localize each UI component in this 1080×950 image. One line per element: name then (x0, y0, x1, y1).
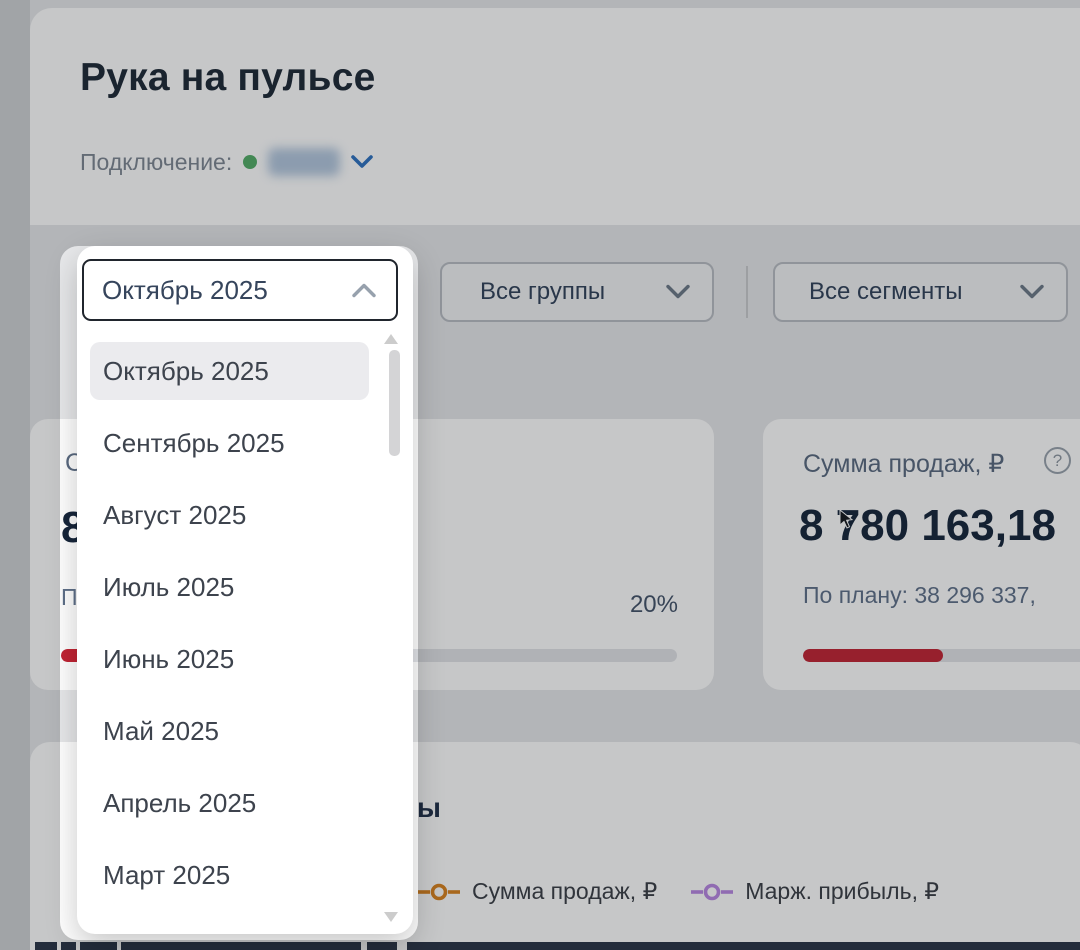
scrollbar-thumb[interactable] (389, 350, 400, 456)
month-option[interactable]: Сентябрь 2025 (90, 414, 369, 472)
kpi-right-progress-fill (803, 649, 943, 662)
month-option[interactable]: Март 2025 (90, 846, 369, 904)
month-select[interactable]: Октябрь 2025 (82, 259, 398, 321)
scroll-down-arrow-icon[interactable] (384, 912, 398, 922)
chart-bar-fragment (367, 942, 397, 950)
month-dropdown-popover: Октябрь 2025 Октябрь 2025 Сентябрь 2025 Ав… (77, 246, 413, 934)
chart-bar-fragment (121, 942, 361, 950)
groups-select[interactable]: Все группы (440, 262, 714, 322)
legend-item[interactable]: Сумма продаж, ₽ (418, 878, 657, 905)
scroll-up-arrow-icon[interactable] (384, 334, 398, 344)
page-title: Рука на пульсе (80, 56, 376, 100)
chevron-down-icon (1020, 285, 1044, 300)
kpi-right-progress-track (803, 649, 1080, 662)
legend-item[interactable]: Марж. прибыль, ₽ (691, 878, 939, 905)
month-option[interactable]: Октябрь 2025 (90, 342, 369, 400)
kpi-right-value: 8 780 163,18 (799, 501, 1056, 551)
chevron-down-icon (666, 285, 690, 300)
chart-section-title: ы (417, 792, 441, 824)
page-left-margin (0, 0, 30, 950)
connection-label: Подключение: (80, 149, 232, 176)
month-option[interactable]: Апрель 2025 (90, 774, 369, 832)
kpi-right-plan: По плану: 38 296 337, (803, 582, 1036, 609)
legend-label: Марж. прибыль, ₽ (745, 878, 939, 905)
kpi-left-plan: П (61, 584, 78, 611)
chevron-up-icon (352, 283, 376, 298)
chart-bar-fragment (35, 942, 57, 950)
dashboard-page: Рука на пульсе Подключение: Все группы В… (0, 0, 1080, 950)
legend-label: Сумма продаж, ₽ (472, 878, 657, 905)
chart-legend: Сумма продаж, ₽ Марж. прибыль, ₽ (418, 878, 939, 905)
month-dropdown-list: Октябрь 2025 Сентябрь 2025 Август 2025 Июль… (90, 342, 369, 918)
help-icon[interactable]: ? (1044, 447, 1071, 474)
chart-bar-fragment (407, 942, 1080, 950)
chart-bar-fragment (80, 942, 117, 950)
series-marker-icon (418, 883, 460, 901)
series-marker-icon (691, 883, 733, 901)
month-select-value: Октябрь 2025 (102, 275, 268, 306)
month-option[interactable]: Август 2025 (90, 486, 369, 544)
month-option[interactable]: Май 2025 (90, 702, 369, 760)
filter-divider (746, 266, 748, 318)
kpi-right-title: Сумма продаж, ₽ (803, 449, 1004, 479)
header-card: Рука на пульсе Подключение: (30, 8, 1080, 225)
segments-select-value: Все сегменты (809, 278, 962, 306)
groups-select-value: Все группы (480, 278, 605, 306)
kpi-left-percent: 20% (630, 591, 678, 619)
month-option[interactable]: Июнь 2025 (90, 630, 369, 688)
mouse-cursor-icon (839, 509, 854, 529)
connection-row: Подключение: (80, 144, 373, 180)
connection-status-dot (243, 155, 257, 169)
month-option[interactable]: Июль 2025 (90, 558, 369, 616)
segments-select[interactable]: Все сегменты (773, 262, 1068, 322)
kpi-card-right: Сумма продаж, ₽ ? 8 780 163,18 По плану:… (763, 419, 1080, 690)
chart-bar-fragment (61, 942, 76, 950)
chevron-down-icon[interactable] (351, 155, 373, 170)
connection-value-redacted[interactable] (268, 148, 340, 176)
